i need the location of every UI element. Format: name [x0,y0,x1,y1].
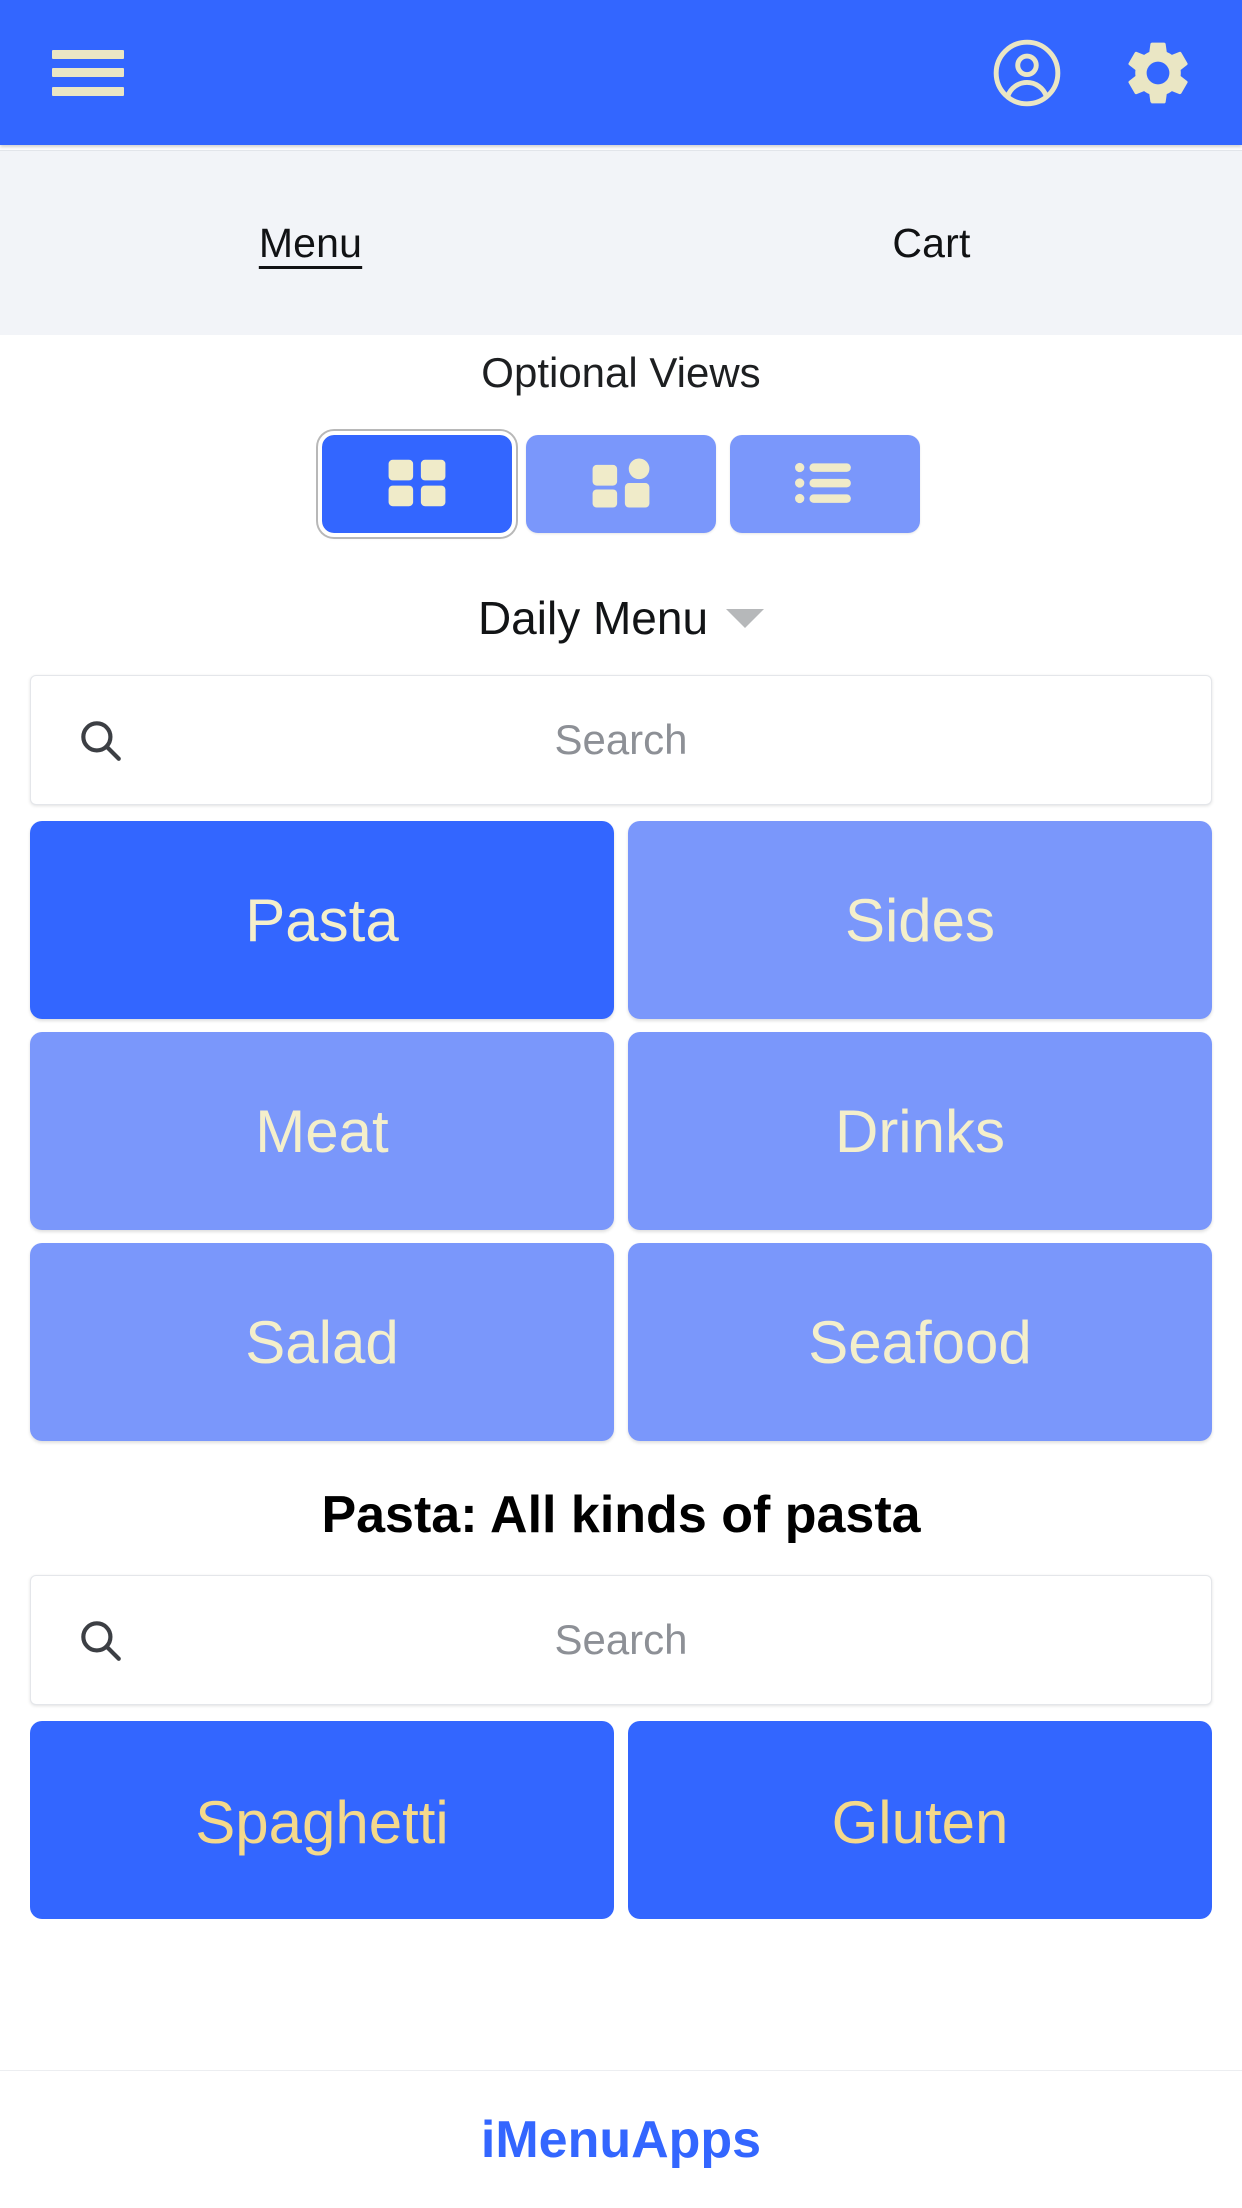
item-tile-2[interactable]: Gluten [628,1721,1212,1919]
item-grid: Spaghetti Gluten [30,1721,1212,1919]
hamburger-menu-icon[interactable] [52,46,124,100]
main-content: Optional Views Daily Menu Search Pasta S… [0,335,1242,2070]
category-search-input[interactable] [31,676,1211,804]
category-tile-seafood[interactable]: Seafood [628,1243,1212,1441]
view-toggle-mixed-grid[interactable] [526,435,716,533]
view-toggle-grid[interactable] [318,431,516,537]
daily-menu-label: Daily Menu [477,592,709,644]
category-tile-sides[interactable]: Sides [628,821,1212,1019]
view-toggle-list[interactable] [730,435,920,533]
grid-view-icon [386,457,448,512]
app-bar-actions [990,35,1196,111]
category-tile-drinks[interactable]: Drinks [628,1032,1212,1230]
category-tile-pasta[interactable]: Pasta [30,821,614,1019]
hamburger-line [52,68,124,77]
tab-bar: Menu Cart [0,150,1242,335]
chevron-down-icon [726,608,765,628]
category-grid: Pasta Sides Meat Drinks Salad Seafood [30,821,1212,1441]
mixed-grid-view-icon [590,457,652,512]
search-icon [75,1615,125,1665]
category-tile-meat[interactable]: Meat [30,1032,614,1230]
item-search-input[interactable] [31,1576,1211,1704]
footer-bar: iMenuApps [0,2070,1242,2208]
app-bar [0,0,1242,145]
item-search-field[interactable] [30,1575,1212,1705]
optional-views-label: Optional Views [481,349,761,396]
hamburger-line [52,49,124,59]
tab-cart[interactable]: Cart [621,220,1242,267]
footer-brand-link[interactable]: iMenuApps [481,2110,761,2170]
search-icon [75,715,125,765]
account-circle-icon[interactable] [990,36,1064,110]
section-title: Pasta: All kinds of pasta [321,1486,921,1544]
hamburger-line [52,86,124,96]
list-view-icon [794,457,856,512]
daily-menu-dropdown[interactable]: Daily Menu [0,591,1242,645]
gear-icon[interactable] [1120,35,1196,111]
category-search-field[interactable] [30,675,1212,805]
app-root: Menu Cart Optional Views Daily Menu Sear… [0,0,1242,2208]
tab-menu[interactable]: Menu [0,220,621,267]
category-tile-salad[interactable]: Salad [30,1243,614,1441]
item-tile-1[interactable]: Spaghetti [30,1721,614,1919]
view-toggle-group [0,431,1242,537]
